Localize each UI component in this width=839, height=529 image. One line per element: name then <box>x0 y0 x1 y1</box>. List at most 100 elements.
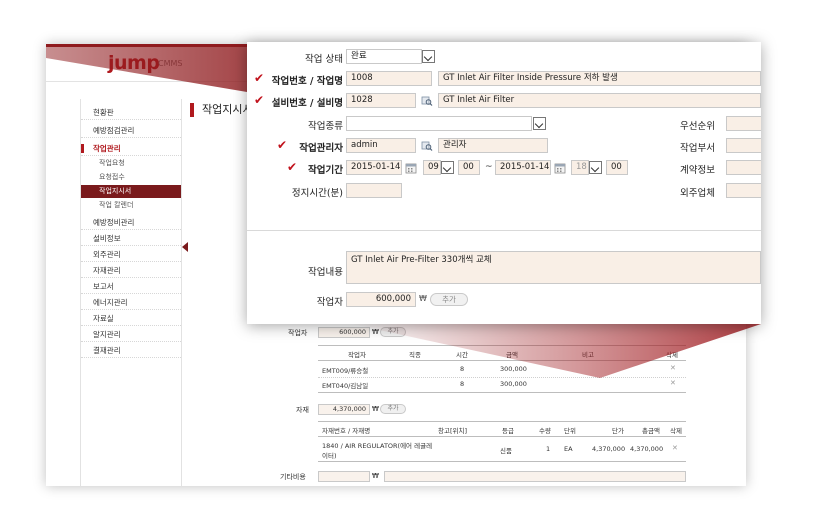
search-icon[interactable] <box>421 95 433 107</box>
worker-th-note: 비고 <box>582 351 594 359</box>
material-th-warehouse: 창고[위치] <box>438 427 467 435</box>
worker-label: 작업자 <box>288 329 308 337</box>
material-row-1-qty: 1 <box>546 445 551 453</box>
worker-th-job: 직종 <box>409 351 421 359</box>
sidebar-item-reports[interactable]: 보고서 <box>81 279 181 294</box>
sidebar-item-outsourcing[interactable]: 외주관리 <box>81 247 181 262</box>
sidebar-item-library[interactable]: 자료실 <box>81 311 181 326</box>
sidebar-subitem-work-order[interactable]: 작업지시서 <box>81 185 181 198</box>
page-title: 작업지시서 <box>190 103 253 117</box>
work-no-label: 작업번호 / 작업명 <box>271 76 343 87</box>
material-amount-field[interactable]: 4,370,000 <box>318 404 370 415</box>
worker-th-hours: 시간 <box>456 351 468 359</box>
end-min-field[interactable]: 00 <box>606 160 628 175</box>
start-date-field[interactable]: 2015-01-14 <box>346 160 402 175</box>
calendar-icon[interactable] <box>554 162 566 174</box>
worker-row-1-hours: 8 <box>460 365 465 373</box>
material-row-1-delete-icon[interactable]: ✕ <box>672 444 678 452</box>
contract-field[interactable] <box>726 160 761 175</box>
chevron-down-icon[interactable] <box>589 161 602 174</box>
contract-label: 계약정보 <box>680 165 715 176</box>
app-logo[interactable]: jump <box>108 52 160 74</box>
status-label: 작업 상태 <box>305 54 343 65</box>
work-type-select[interactable] <box>346 116 532 131</box>
material-th-grade: 등급 <box>502 427 514 435</box>
required-check-icon: ✔ <box>254 93 265 107</box>
add-worker-button[interactable]: 추가 <box>430 293 468 306</box>
status-select[interactable]: 완료 <box>346 49 422 64</box>
sidebar-item-preventive-inspection[interactable]: 예방점검관리 <box>81 123 181 138</box>
priority-field[interactable] <box>726 116 761 131</box>
material-th-name: 자재번호 / 자재명 <box>322 427 371 435</box>
equip-no-field[interactable]: 1028 <box>346 93 416 108</box>
other-cost-field[interactable] <box>318 471 370 482</box>
stop-time-field[interactable] <box>346 183 402 198</box>
other-cost-won-sign: ₩ <box>372 472 379 480</box>
start-hour-field[interactable]: 09 <box>423 160 441 175</box>
worker-table-top-line <box>318 345 686 346</box>
worker-table-header-line <box>318 360 686 361</box>
material-row-1-name-line1: 1840 / AIR REGULATOR(에어 레귤레 <box>322 442 433 450</box>
vendor-field[interactable] <box>726 183 761 198</box>
material-th-qty: 수량 <box>539 427 551 435</box>
period-tilde: ~ <box>485 162 493 172</box>
dept-field[interactable] <box>726 138 761 153</box>
form-divider <box>247 230 761 231</box>
sidebar-item-equipment-info[interactable]: 설비정보 <box>81 231 181 246</box>
content-label: 작업내용 <box>308 267 343 278</box>
work-no-field[interactable]: 1008 <box>346 71 432 86</box>
manager-id-field[interactable]: admin <box>346 138 416 153</box>
worker-row-2-amount: 300,000 <box>500 380 527 388</box>
sidebar-item-materials[interactable]: 자재관리 <box>81 263 181 278</box>
required-check-icon: ✔ <box>254 71 265 85</box>
won-sign: ₩ <box>372 328 379 336</box>
start-min-field[interactable]: 00 <box>458 160 480 175</box>
sidebar-item-energy[interactable]: 에너지관리 <box>81 295 181 310</box>
sidebar-item-dashboard[interactable]: 현황판 <box>81 105 181 120</box>
sidebar-item-preventive-maintenance[interactable]: 예방정비관리 <box>81 215 181 230</box>
sidebar-subitem-request-receipt[interactable]: 요청접수 <box>81 171 181 184</box>
worker-amount-field[interactable]: 600,000 <box>346 292 416 307</box>
zoomed-form-panel: 작업 상태 완료 ✔ 작업번호 / 작업명 1008 GT Inlet Air … <box>247 42 761 324</box>
worker-row-1-delete-icon[interactable]: ✕ <box>670 364 676 372</box>
add-material-button[interactable]: 추가 <box>380 404 406 414</box>
worker-label: 작업자 <box>316 297 343 308</box>
sidebar-subitem-work-request[interactable]: 작업요청 <box>81 157 181 170</box>
add-worker-button[interactable]: 추가 <box>380 327 406 337</box>
calendar-icon[interactable] <box>405 162 417 174</box>
end-date-field[interactable]: 2015-01-14 <box>495 160 551 175</box>
worker-row-2-delete-icon[interactable]: ✕ <box>670 379 676 387</box>
sidebar-subitem-work-calendar[interactable]: 작업 칼렌더 <box>81 199 181 212</box>
chevron-down-icon[interactable] <box>422 50 435 63</box>
worker-row-divider <box>318 377 686 378</box>
manager-name-field[interactable]: 관리자 <box>438 138 548 153</box>
material-row-1-total: 4,370,000 <box>630 445 664 453</box>
material-label: 자재 <box>296 406 309 414</box>
dept-label: 작업부서 <box>680 143 715 154</box>
content-textarea[interactable]: GT Inlet Air Pre-Filter 330개씩 교체 <box>346 251 761 284</box>
chevron-down-icon[interactable] <box>441 161 454 174</box>
material-th-unit: 단위 <box>564 427 576 435</box>
material-th-delete: 삭제 <box>670 427 682 435</box>
period-label: 작업기간 <box>308 165 343 176</box>
sidebar-item-approval[interactable]: 결재관리 <box>81 343 181 358</box>
material-row-1-unit-price: 4,370,000 <box>592 445 626 453</box>
sidebar-item-notice[interactable]: 알지관리 <box>81 327 181 342</box>
worker-amount-field[interactable]: 600,000 <box>318 327 370 338</box>
won-sign: ₩ <box>419 294 427 303</box>
worker-row-2-hours: 8 <box>460 380 465 388</box>
worker-th-amount: 금액 <box>506 351 518 359</box>
worker-th-worker: 작업자 <box>348 351 366 359</box>
material-table-bottom-line <box>318 461 686 462</box>
sidebar-item-work-management[interactable]: 작업관리 <box>81 141 181 156</box>
end-hour-field[interactable]: 18 <box>571 160 589 175</box>
other-cost-note-field[interactable] <box>384 471 686 482</box>
vendor-label: 외주업체 <box>680 188 715 199</box>
material-row-1-unit: EA <box>564 445 573 453</box>
worker-row-1-amount: 300,000 <box>500 365 527 373</box>
search-icon[interactable] <box>421 140 433 152</box>
equip-name-field[interactable]: GT Inlet Air Filter <box>438 93 761 108</box>
material-won-sign: ₩ <box>372 405 379 413</box>
chevron-down-icon[interactable] <box>533 117 546 130</box>
work-name-field[interactable]: GT Inlet Air Filter Inside Pressure 저하 발… <box>438 71 761 86</box>
